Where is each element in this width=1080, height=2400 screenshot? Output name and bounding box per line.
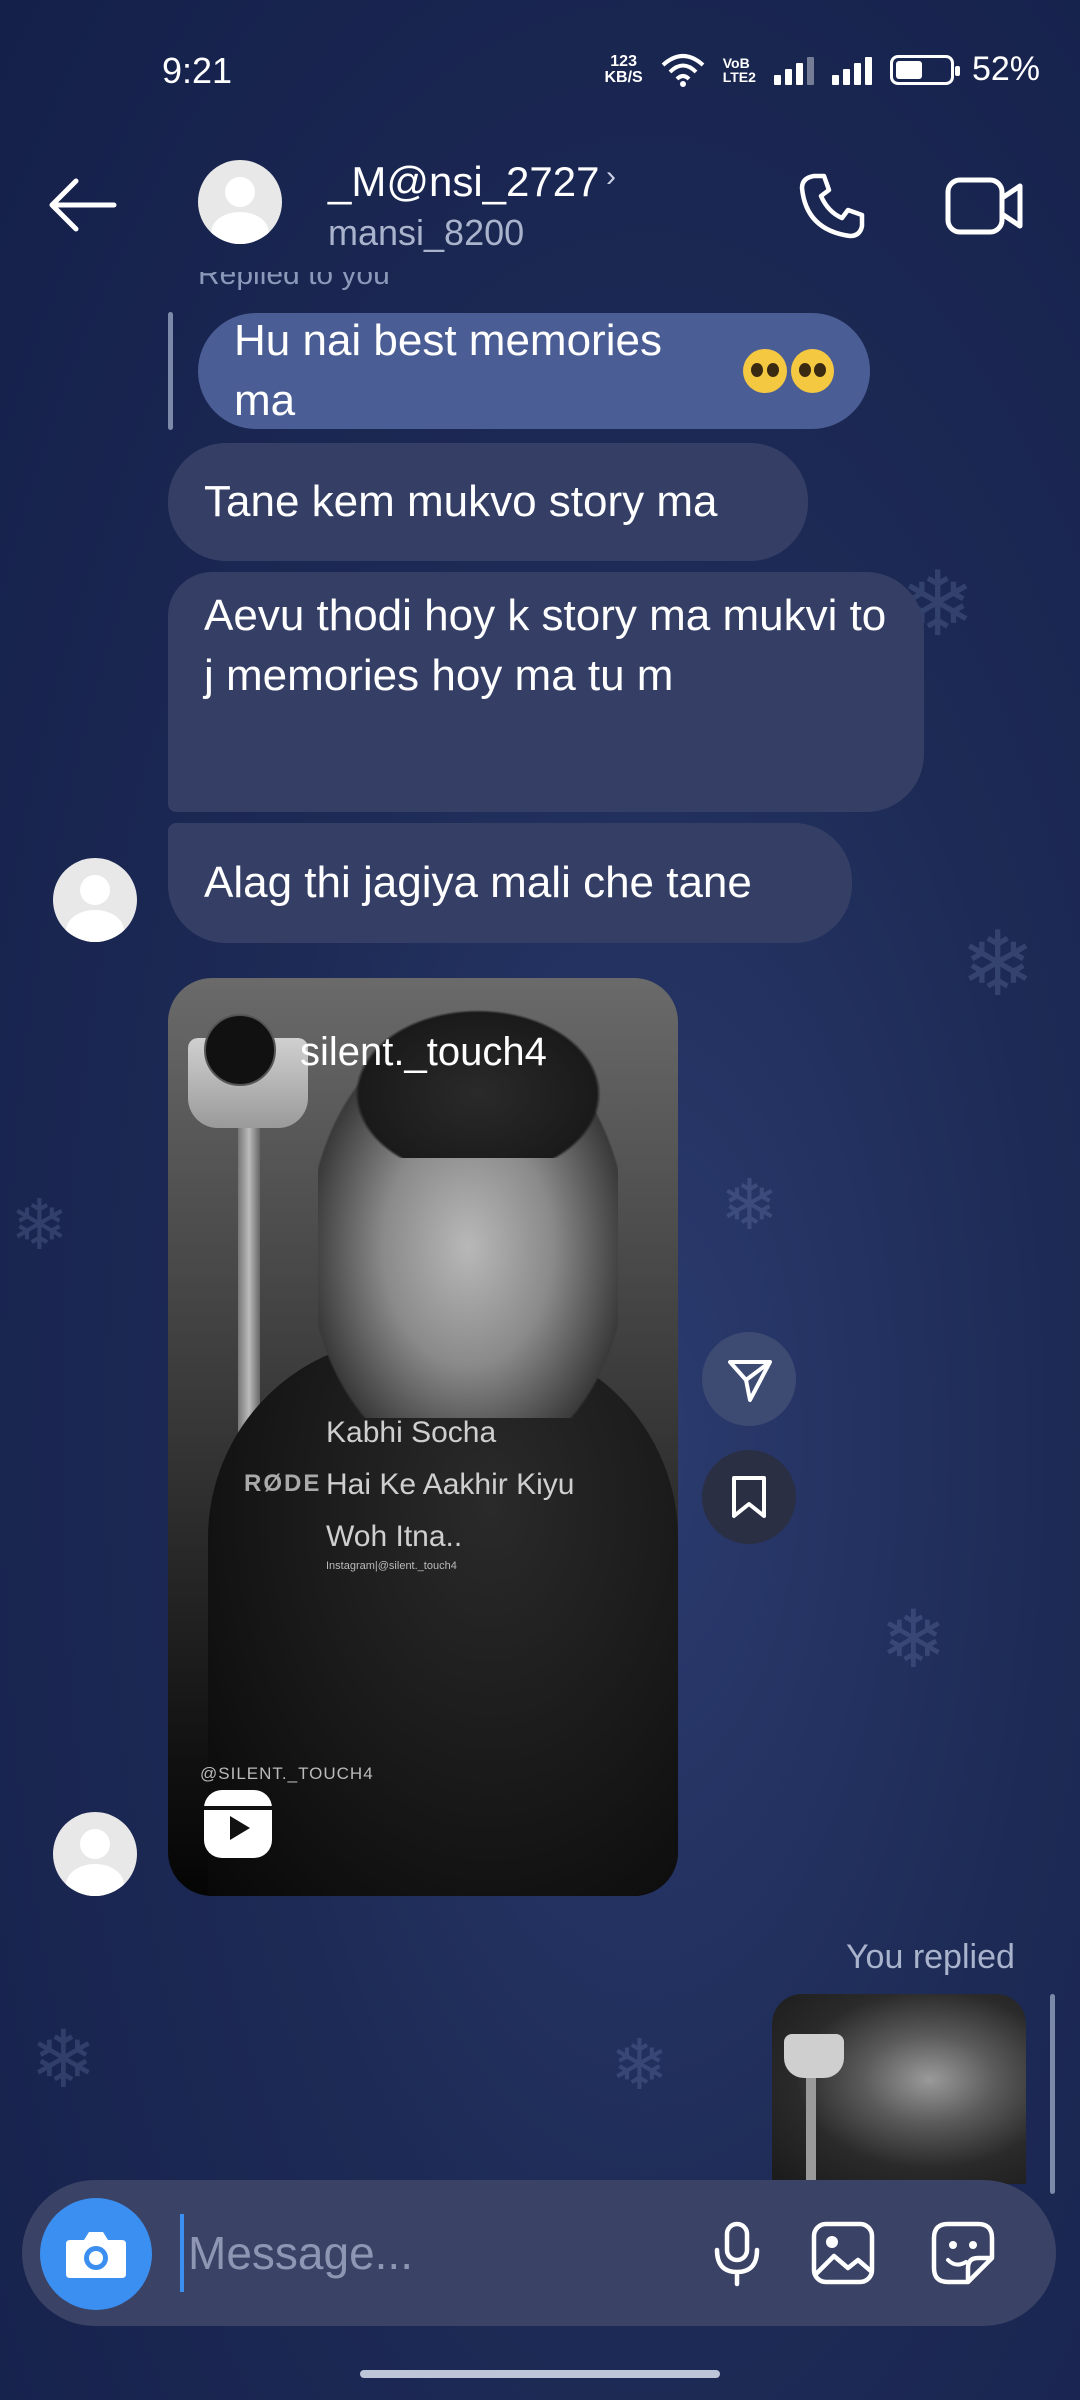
reels-icon (204, 1790, 272, 1858)
reel-caption-line: Hai Ke Aakhir Kiyu (326, 1468, 575, 1501)
contact-avatar[interactable] (198, 160, 282, 244)
volte-indicator: VoB LTE2 (722, 54, 756, 85)
battery-icon (889, 54, 960, 85)
network-speed: 123 KB/S (604, 52, 643, 86)
snowflake-decoration: ❄ (30, 2015, 98, 2104)
phone-icon[interactable] (796, 170, 868, 242)
message-bubble[interactable]: Tane kem mukvo story ma (168, 443, 808, 561)
pleading-face-emoji (790, 349, 834, 393)
reel-watermark: @SILENT._TOUCH4 (200, 1764, 374, 1783)
gallery-icon[interactable] (808, 2218, 878, 2288)
shared-reel-card[interactable]: silent._touch4 RØDE Kabhi Socha Hai Ke A… (168, 978, 678, 1896)
chat-header: _M@nsi_2727 › mansi_8200 (0, 140, 1080, 270)
signal-icon-sim1 (773, 55, 814, 85)
chevron-right-icon[interactable]: › (606, 160, 616, 194)
share-button[interactable] (702, 1332, 796, 1426)
sender-avatar[interactable] (53, 858, 137, 942)
pleading-face-emoji (743, 349, 787, 393)
video-call-icon[interactable] (944, 170, 1024, 242)
camera-button[interactable] (40, 2198, 152, 2310)
snowflake-decoration: ❄ (10, 1186, 69, 1264)
reply-quote-text: Hu nai best memories ma (234, 316, 662, 425)
snowflake-decoration: ❄ (880, 1595, 948, 1684)
snowflake-decoration: ❄ (960, 915, 1036, 1015)
status-icons: 123 KB/S VoB LTE2 52% (605, 50, 1041, 89)
message-bubble[interactable]: Aevu thodi hoy k story ma mukvi to j mem… (168, 572, 924, 812)
message-bubble[interactable]: Alag thi jagiya mali che tane (168, 823, 852, 943)
contact-name[interactable]: _M@nsi_2727 (328, 158, 599, 206)
back-arrow-icon[interactable] (46, 175, 118, 235)
reel-credit: Instagram|@silent._touch4 (326, 1560, 457, 1572)
sticker-icon[interactable] (928, 2218, 998, 2288)
replied-reel-thumbnail[interactable] (772, 1994, 1026, 2184)
status-bar: 9:21 123 KB/S VoB LTE2 52% (0, 0, 1080, 140)
save-button[interactable] (702, 1450, 796, 1544)
status-time: 9:21 (162, 50, 233, 91)
send-icon (728, 1360, 772, 1402)
signal-icon-sim2 (831, 55, 872, 85)
wifi-icon (661, 53, 705, 87)
snowflake-decoration: ❄ (720, 1166, 779, 1244)
reel-image-hair (338, 998, 618, 1158)
home-indicator[interactable] (360, 2370, 720, 2378)
reel-brand-text: RØDE (244, 1470, 322, 1497)
message-composer (22, 2180, 1056, 2326)
reply-indicator-bar (1050, 1994, 1055, 2194)
reel-caption-line: Kabhi Socha (326, 1416, 497, 1449)
message-input[interactable] (180, 2214, 680, 2292)
battery-percent: 52% (971, 50, 1040, 88)
you-replied-label: You replied (846, 1938, 1015, 1976)
reel-author-username[interactable]: silent._touch4 (300, 1030, 547, 1075)
snowflake-decoration: ❄ (610, 2026, 669, 2104)
camera-icon (66, 2232, 126, 2278)
reply-quote-bubble[interactable]: Hu nai best memories ma (198, 313, 870, 429)
sender-avatar[interactable] (53, 1812, 137, 1896)
mic-icon[interactable] (702, 2218, 772, 2288)
reply-indicator-bar (168, 312, 173, 430)
contact-username[interactable]: mansi_8200 (328, 212, 524, 254)
reel-author-avatar[interactable] (204, 1014, 276, 1086)
bookmark-icon (732, 1476, 766, 1518)
reel-caption-line: Woh Itna.. (326, 1520, 463, 1553)
